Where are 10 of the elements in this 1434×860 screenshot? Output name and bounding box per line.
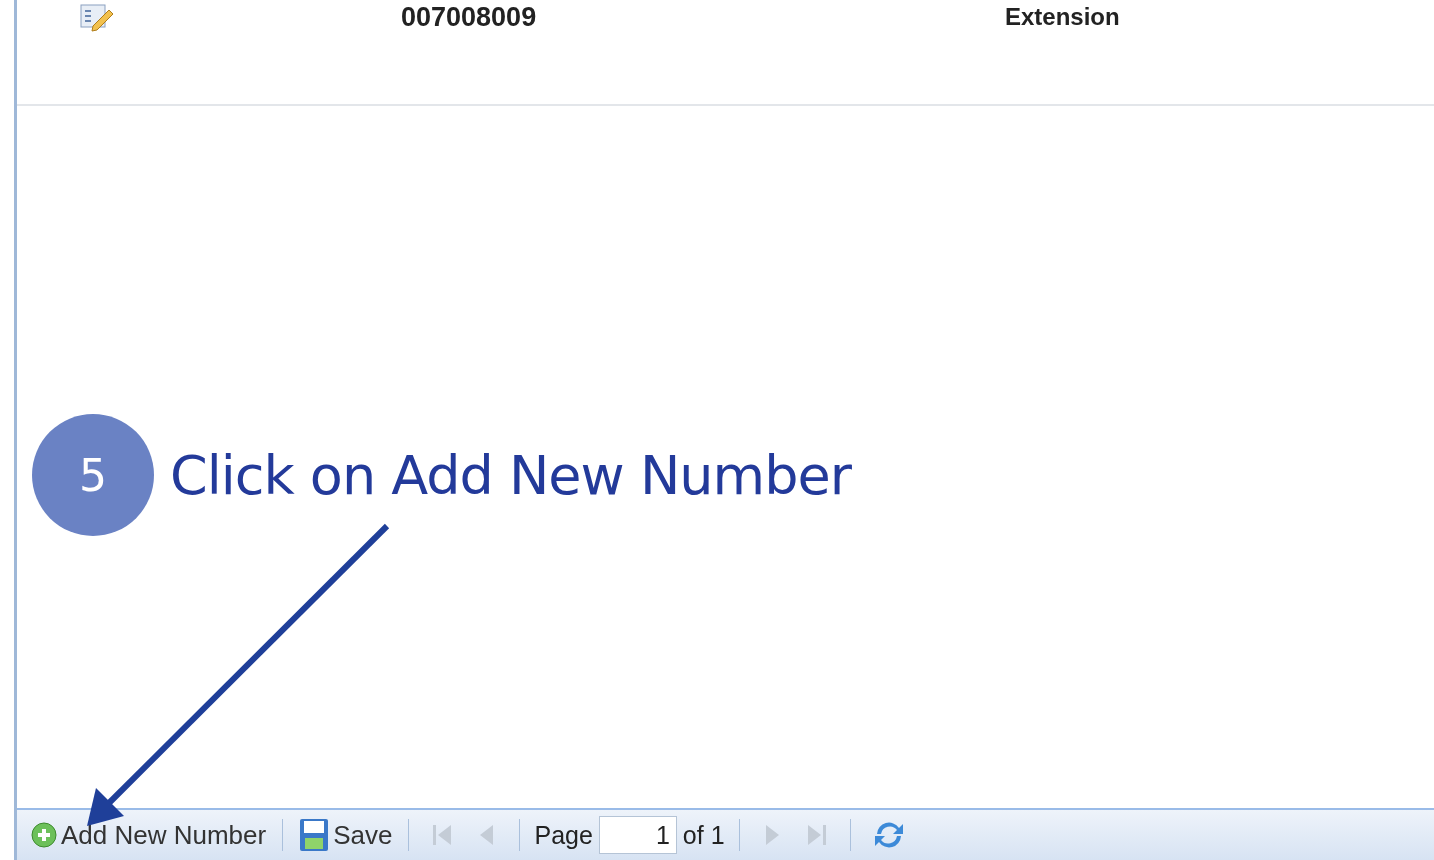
table-cell-text: 007008009 [401, 1, 538, 33]
page-field[interactable]: 1 [598, 816, 677, 854]
plus-icon [31, 822, 57, 848]
page-label: Page [534, 820, 593, 850]
step-badge: 5 [32, 414, 154, 536]
table-cell: Extension [1005, 3, 1120, 31]
page-total: of 1 [682, 820, 725, 850]
edit-icon[interactable] [79, 2, 115, 32]
save-button[interactable]: Save [297, 818, 395, 852]
annotation-text: Click on Add New Number [170, 443, 851, 507]
